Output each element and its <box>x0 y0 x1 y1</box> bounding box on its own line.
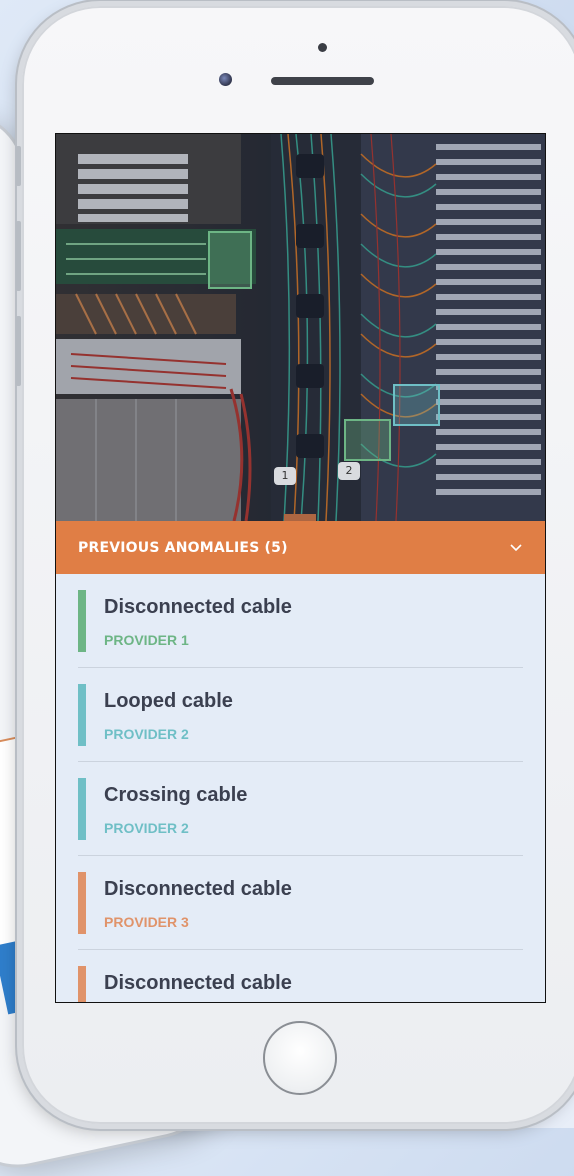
anomalies-header[interactable]: PREVIOUS ANOMALIES (5) <box>56 521 545 574</box>
volume-down-button <box>16 316 21 386</box>
anomaly-item[interactable]: Disconnected cable PROVIDER 3 <box>78 856 523 950</box>
anomaly-item[interactable]: Looped cable PROVIDER 2 <box>78 668 523 762</box>
home-button[interactable] <box>263 1021 337 1095</box>
anomaly-title: Disconnected cable <box>104 596 292 618</box>
detection-box-looped[interactable] <box>393 384 440 426</box>
anomaly-provider: PROVIDER 2 <box>104 726 189 742</box>
detection-box-provider-1[interactable] <box>208 231 252 289</box>
rack-photo: 1 2 <box>56 134 545 521</box>
anomaly-item[interactable]: Crossing cable PROVIDER 2 <box>78 762 523 856</box>
rack-label-1: 1 <box>274 467 296 485</box>
anomaly-title: Crossing cable <box>104 784 248 806</box>
earpiece-speaker <box>271 77 374 85</box>
phone-frame: 1 2 PREVIOUS ANOMALIES (5) Disconnected … <box>16 6 574 1124</box>
anomaly-color-bar <box>78 590 86 652</box>
anomaly-color-bar <box>78 966 86 1002</box>
anomaly-provider: PROVIDER 2 <box>104 820 189 836</box>
anomalies-panel: PREVIOUS ANOMALIES (5) Disconnected cabl… <box>56 521 545 1002</box>
photo-tint <box>56 134 545 521</box>
mute-switch <box>16 146 21 186</box>
anomaly-provider: PROVIDER 1 <box>104 632 189 648</box>
anomaly-item[interactable]: Disconnected cable PROVIDER 1 <box>78 574 523 668</box>
anomaly-color-bar <box>78 872 86 934</box>
anomaly-color-bar <box>78 778 86 840</box>
anomaly-item[interactable]: Disconnected cable <box>78 950 523 1002</box>
proximity-sensor <box>318 43 327 52</box>
anomalies-header-title: PREVIOUS ANOMALIES (5) <box>78 539 288 556</box>
phone-screen: 1 2 PREVIOUS ANOMALIES (5) Disconnected … <box>55 133 546 1003</box>
detection-box-crossing[interactable] <box>344 419 391 461</box>
front-camera <box>219 73 232 86</box>
rack-label-2: 2 <box>338 462 360 480</box>
chevron-down-icon[interactable] <box>509 541 523 555</box>
anomaly-title: Disconnected cable <box>104 878 292 900</box>
anomaly-title: Disconnected cable <box>104 972 292 994</box>
volume-up-button <box>16 221 21 291</box>
anomaly-color-bar <box>78 684 86 746</box>
anomaly-provider: PROVIDER 3 <box>104 914 189 930</box>
anomaly-title: Looped cable <box>104 690 233 712</box>
